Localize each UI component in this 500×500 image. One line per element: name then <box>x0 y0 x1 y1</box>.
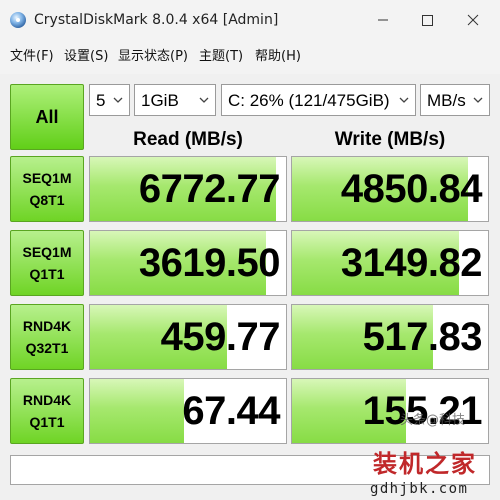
write-result-cell: 517.83 <box>291 304 489 370</box>
write-result-value: 4850.84 <box>340 167 483 211</box>
read-result-bar <box>90 379 185 443</box>
read-result-value: 67.44 <box>182 389 280 433</box>
test-label-line1: SEQ1M <box>22 170 72 186</box>
chevron-down-icon <box>113 97 123 103</box>
all-tests-button[interactable]: All <box>10 84 84 150</box>
menu-file[interactable]: 文件(F) <box>10 48 54 66</box>
read-result-cell: 459.77 <box>89 304 287 370</box>
test-size-select[interactable]: 1GiB <box>134 84 216 116</box>
watermark-url: gdhjbk.com <box>370 481 469 497</box>
unit-select[interactable]: MB/s <box>420 84 490 116</box>
chevron-down-icon <box>473 97 483 103</box>
test-button-seq1m-q8t1[interactable]: SEQ1M Q8T1 <box>10 156 84 222</box>
chevron-down-icon <box>199 97 209 103</box>
write-column-header: Write (MB/s) <box>334 129 446 150</box>
test-button-rnd4k-q1t1[interactable]: RND4K Q1T1 <box>10 378 84 444</box>
menu-theme[interactable]: 主题(T) <box>199 48 243 66</box>
title-bar: CrystalDiskMark 8.0.4 x64 [Admin] <box>0 0 500 40</box>
watermark-text: 头条@科技 <box>400 413 466 428</box>
read-result-value: 3619.50 <box>138 241 281 285</box>
unit-value: MB/s <box>427 91 466 110</box>
test-button-seq1m-q1t1[interactable]: SEQ1M Q1T1 <box>10 230 84 296</box>
read-column-header: Read (MB/s) <box>133 129 243 150</box>
chevron-down-icon <box>399 97 409 103</box>
crystaldiskmark-app-icon <box>10 12 26 28</box>
test-count-value: 5 <box>96 91 106 110</box>
test-label-line1: RND4K <box>22 392 72 408</box>
test-label-line1: RND4K <box>22 318 72 334</box>
read-result-value: 6772.77 <box>138 167 281 211</box>
watermark-logo: 装机之家 <box>373 449 477 478</box>
test-label-line1: SEQ1M <box>22 244 72 260</box>
maximize-icon[interactable] <box>412 6 442 34</box>
read-result-cell: 67.44 <box>89 378 287 444</box>
test-label-line2: Q1T1 <box>29 266 65 282</box>
test-label-line2: Q1T1 <box>29 414 65 430</box>
drive-select[interactable]: C: 26% (121/475GiB) <box>221 84 416 116</box>
write-result-value: 517.83 <box>362 315 483 359</box>
menu-help[interactable]: 帮助(H) <box>255 48 301 66</box>
close-icon[interactable] <box>458 6 488 34</box>
test-size-value: 1GiB <box>141 91 179 110</box>
window-title: CrystalDiskMark 8.0.4 x64 [Admin] <box>34 12 279 28</box>
test-label-line2: Q8T1 <box>29 192 65 208</box>
write-result-value: 3149.82 <box>340 241 483 285</box>
test-button-rnd4k-q32t1[interactable]: RND4K Q32T1 <box>10 304 84 370</box>
minimize-icon[interactable] <box>368 6 398 34</box>
menu-display-status[interactable]: 显示状态(P) <box>118 48 188 66</box>
test-label-line2: Q32T1 <box>25 340 69 356</box>
menu-bar: 文件(F) 设置(S) 显示状态(P) 主题(T) 帮助(H) <box>0 40 500 74</box>
read-result-cell: 3619.50 <box>89 230 287 296</box>
read-result-cell: 6772.77 <box>89 156 287 222</box>
write-result-cell: 155.21 <box>291 378 489 444</box>
drive-value: C: 26% (121/475GiB) <box>228 91 390 110</box>
write-result-cell: 4850.84 <box>291 156 489 222</box>
test-count-select[interactable]: 5 <box>89 84 130 116</box>
menu-settings[interactable]: 设置(S) <box>64 48 108 66</box>
write-result-cell: 3149.82 <box>291 230 489 296</box>
read-result-value: 459.77 <box>160 315 281 359</box>
